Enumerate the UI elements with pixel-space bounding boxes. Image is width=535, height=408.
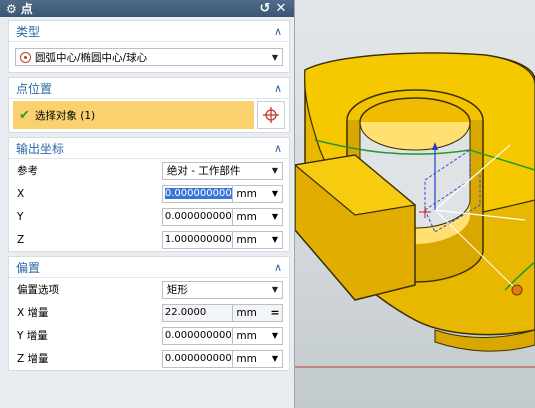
offset-group: 偏置 ∧ 偏置选项 矩形 ▼ X 增量 22.0000 mm = Y 增量 0.… <box>8 256 290 371</box>
chevron-down-icon: ▼ <box>271 235 279 244</box>
select-object-row: ✔ 选择对象 (1) <box>13 101 285 129</box>
reset-icon[interactable]: ↺ <box>258 1 272 16</box>
y-row: Y 0.000000000 mm ▼ <box>9 205 289 228</box>
select-object-button[interactable]: ✔ 选择对象 (1) <box>13 101 254 129</box>
equals-icon[interactable]: = <box>268 306 282 319</box>
dialog-title: 点 <box>20 2 33 16</box>
offset-title: 偏置 <box>16 260 41 275</box>
y-label: Y <box>17 210 24 223</box>
z-input[interactable]: 1.000000000 <box>161 230 234 249</box>
reference-label: 参考 <box>17 165 38 177</box>
offset-header[interactable]: 偏置 ∧ <box>9 257 289 278</box>
dz-row: Z 增量 0.000000000 mm ▼ <box>9 347 289 370</box>
point-location-group: 点位置 ∧ ✔ 选择对象 (1) <box>8 77 290 133</box>
output-coords-header[interactable]: 输出坐标 ∧ <box>9 138 289 159</box>
dx-label: X 增量 <box>17 307 49 319</box>
x-value: 0.000000000 <box>164 187 232 199</box>
offset-option-label: 偏置选项 <box>17 284 59 296</box>
dz-unit: mm <box>236 352 257 365</box>
type-group-title: 类型 <box>16 24 41 39</box>
point-dialog: ⚙ 点 ↺ ✕ 类型 ∧ 圆弧中心/椭圆中心/球心 ▼ 点位置 ∧ ✔ 选择对象… <box>0 0 295 408</box>
chevron-down-icon: ▼ <box>271 354 279 363</box>
z-unit: mm <box>236 233 257 246</box>
offset-option-row: 偏置选项 矩形 ▼ <box>9 278 289 301</box>
type-group-header[interactable]: 类型 ∧ <box>9 21 289 42</box>
output-coords-group: 输出坐标 ∧ 参考 绝对 - 工作部件 ▼ X 0.000000000 mm ▼… <box>8 137 290 252</box>
z-row: Z 1.000000000 mm ▼ <box>9 228 289 251</box>
point-location-header[interactable]: 点位置 ∧ <box>9 78 289 99</box>
x-label: X <box>17 187 25 200</box>
point-dialog-crosshair-button[interactable] <box>257 101 285 129</box>
y-input[interactable]: 0.000000000 <box>161 207 234 226</box>
dy-label: Y 增量 <box>17 330 48 342</box>
dx-unit: mm = <box>233 303 283 322</box>
x-row: X 0.000000000 mm ▼ <box>9 182 289 205</box>
chevron-down-icon: ▼ <box>271 52 279 62</box>
dx-unit-text: mm <box>236 306 257 319</box>
dy-row: Y 增量 0.000000000 mm ▼ <box>9 324 289 347</box>
crosshair-icon <box>263 107 279 123</box>
collapse-chevron-icon[interactable]: ∧ <box>274 25 282 38</box>
z-unit-dropdown[interactable]: mm ▼ <box>233 230 283 249</box>
dy-unit: mm <box>236 329 257 342</box>
y-unit-dropdown[interactable]: mm ▼ <box>233 207 283 226</box>
dz-label: Z 增量 <box>17 353 49 365</box>
output-coords-title: 输出坐标 <box>16 141 65 156</box>
x-unit: mm <box>236 187 257 200</box>
type-group: 类型 ∧ 圆弧中心/椭圆中心/球心 ▼ <box>8 20 290 73</box>
dx-input[interactable]: 22.0000 <box>161 303 234 322</box>
dz-unit-dropdown[interactable]: mm ▼ <box>233 349 283 368</box>
offset-option-value: 矩形 <box>166 284 188 296</box>
part-model-render <box>295 52 535 368</box>
graphics-viewport[interactable] <box>295 0 535 408</box>
z-label: Z <box>17 233 25 246</box>
offset-option-dropdown[interactable]: 矩形 ▼ <box>161 280 283 299</box>
chevron-down-icon: ▼ <box>271 331 279 340</box>
x-input[interactable]: 0.000000000 <box>161 184 234 203</box>
dy-unit-dropdown[interactable]: mm ▼ <box>233 326 283 345</box>
collapse-chevron-icon[interactable]: ∧ <box>274 82 282 95</box>
dialog-titlebar[interactable]: ⚙ 点 ↺ ✕ <box>0 0 294 17</box>
reference-row: 参考 绝对 - 工作部件 ▼ <box>9 159 289 182</box>
collapse-chevron-icon[interactable]: ∧ <box>274 142 282 155</box>
chevron-down-icon: ▼ <box>271 166 279 175</box>
chevron-down-icon: ▼ <box>271 189 279 198</box>
checkmark-icon: ✔ <box>19 107 30 123</box>
reference-dropdown[interactable]: 绝对 - 工作部件 ▼ <box>161 161 283 180</box>
type-dropdown[interactable]: 圆弧中心/椭圆中心/球心 ▼ <box>15 48 283 66</box>
chevron-down-icon: ▼ <box>271 212 279 221</box>
close-icon[interactable]: ✕ <box>274 1 288 16</box>
x-unit-dropdown[interactable]: mm ▼ <box>233 184 283 203</box>
chevron-down-icon: ▼ <box>271 285 279 294</box>
type-dropdown-value: 圆弧中心/椭圆中心/球心 <box>35 51 148 64</box>
select-object-label: 选择对象 (1) <box>34 109 96 122</box>
y-unit: mm <box>236 210 257 223</box>
point-location-title: 点位置 <box>16 81 53 96</box>
collapse-chevron-icon[interactable]: ∧ <box>274 261 282 274</box>
arc-center-icon <box>20 51 31 63</box>
reference-value: 绝对 - 工作部件 <box>166 165 241 177</box>
dx-row: X 增量 22.0000 mm = <box>9 301 289 324</box>
gear-icon: ⚙ <box>6 1 17 16</box>
dy-input[interactable]: 0.000000000 <box>161 326 234 345</box>
dz-input[interactable]: 0.000000000 <box>161 349 234 368</box>
